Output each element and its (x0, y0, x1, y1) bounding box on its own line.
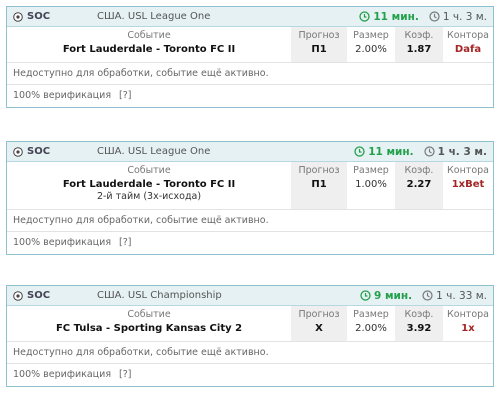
duration: 1 ч. 3 м. (429, 11, 487, 23)
pick-column: Прогноз П1 (291, 162, 347, 209)
pick-column: Прогноз П1 (291, 27, 347, 62)
event-header: Событие (127, 165, 171, 176)
bookmaker-column: Контора Dafa (443, 27, 493, 62)
size-column: Размер 1.00% (347, 162, 395, 209)
verification-help-link[interactable]: [?] (119, 369, 131, 380)
event-name[interactable]: FC Tulsa - Sporting Kansas City 2 (56, 322, 242, 335)
pick-value: П1 (311, 179, 327, 190)
verification-row: 100% верификация [?] (7, 364, 493, 386)
event-name[interactable]: Fort Lauderdale - Toronto FC II (63, 178, 235, 191)
bet-card: SOC США. USL League One 11 мин. 1 ч. 3 м… (6, 6, 494, 108)
soccer-ball-icon (13, 146, 23, 157)
pick-header: Прогноз (298, 309, 340, 320)
timer: 11 мин. (359, 10, 419, 23)
size-header: Размер (353, 30, 389, 41)
timer-icon (354, 146, 365, 157)
bookmaker-header: Контора (447, 165, 489, 176)
sport-name: SOC (27, 146, 51, 157)
timer-icon (359, 11, 371, 22)
event-name[interactable]: Fort Lauderdale - Toronto FC II (63, 43, 235, 56)
verification-help-link[interactable]: [?] (119, 237, 131, 248)
timer: 11 мин. (354, 145, 414, 158)
verification-text: 100% верификация (13, 237, 112, 248)
duration: 1 ч. 3 м. (424, 146, 487, 158)
pick-column: Прогноз X (291, 306, 347, 341)
event-header: Событие (127, 30, 171, 41)
event-header: Событие (127, 309, 171, 320)
league-name: США. USL League One (97, 11, 211, 22)
event-market: 2-й тайм (3х-исхода) (96, 191, 202, 202)
verification-text: 100% верификация (13, 369, 112, 380)
odds-value: 2.27 (406, 179, 432, 190)
soccer-ball-icon (13, 11, 23, 22)
odds-header: Коэф. (404, 309, 434, 320)
card-header: SOC США. USL League One 11 мин. 1 ч. 3 м… (7, 7, 493, 27)
odds-column: Коэф. 2.27 (395, 162, 443, 209)
timer: 9 мин. (360, 290, 412, 302)
timer-value: 11 мин. (373, 10, 419, 23)
bookmaker-column: Контора 1x (443, 306, 493, 341)
size-header: Размер (353, 165, 389, 176)
status-note: Недоступно для обработки, событие ещё ак… (7, 210, 493, 232)
bet-row: Событие Fort Lauderdale - Toronto FC II … (7, 27, 493, 63)
sport-name: SOC (27, 11, 51, 22)
size-value: 2.00% (355, 44, 387, 55)
odds-value: 1.87 (406, 44, 432, 55)
bookmaker-name[interactable]: 1x (461, 322, 474, 335)
pick-value: X (315, 323, 323, 334)
verification-row: 100% верификация [?] (7, 232, 493, 254)
size-value: 1.00% (355, 179, 387, 190)
duration-value: 1 ч. 3 м. (437, 145, 487, 158)
verification-help-link[interactable]: [?] (119, 90, 131, 101)
soccer-ball-icon (13, 290, 23, 301)
clock-icon (422, 290, 433, 301)
clock-icon (424, 146, 435, 157)
sport-name: SOC (27, 290, 51, 301)
card-header: SOC США. USL Championship 9 мин. 1 ч. 33… (7, 286, 493, 306)
duration: 1 ч. 33 м. (422, 290, 487, 302)
bookmaker-header: Контора (447, 309, 489, 320)
bookmaker-name[interactable]: Dafa (455, 43, 481, 56)
odds-value: 3.92 (406, 323, 432, 334)
size-column: Размер 2.00% (347, 306, 395, 341)
league-name: США. USL Championship (97, 290, 222, 301)
sport-label: SOC (7, 11, 93, 22)
bookmaker-column: Контора 1xBet (443, 162, 493, 209)
bet-card: SOC США. USL Championship 9 мин. 1 ч. 33… (6, 285, 494, 387)
verification-row: 100% верификация [?] (7, 85, 493, 107)
odds-header: Коэф. (404, 30, 434, 41)
pick-header: Прогноз (298, 30, 340, 41)
bookmaker-header: Контора (447, 30, 489, 41)
duration-value: 1 ч. 33 м. (436, 289, 487, 302)
bet-card: SOC США. USL League One 11 мин. 1 ч. 3 м… (6, 141, 494, 255)
timer-value: 9 мин. (373, 289, 413, 302)
sport-label: SOC (7, 290, 93, 301)
status-note: Недоступно для обработки, событие ещё ак… (7, 342, 493, 364)
sport-label: SOC (7, 146, 93, 157)
pick-value: П1 (311, 44, 327, 55)
size-header: Размер (353, 309, 389, 320)
duration-value: 1 ч. 3 м. (442, 10, 487, 23)
event-column: Событие Fort Lauderdale - Toronto FC II … (7, 162, 291, 209)
odds-column: Коэф. 3.92 (395, 306, 443, 341)
bookmaker-name[interactable]: 1xBet (452, 178, 485, 191)
size-column: Размер 2.00% (347, 27, 395, 62)
clock-icon (429, 11, 440, 22)
bet-row: Событие Fort Lauderdale - Toronto FC II … (7, 162, 493, 210)
league-name: США. USL League One (97, 146, 211, 157)
pick-header: Прогноз (298, 165, 340, 176)
event-column: Событие FC Tulsa - Sporting Kansas City … (7, 306, 291, 341)
bet-row: Событие FC Tulsa - Sporting Kansas City … (7, 306, 493, 342)
card-header: SOC США. USL League One 11 мин. 1 ч. 3 м… (7, 142, 493, 162)
odds-header: Коэф. (404, 165, 434, 176)
verification-text: 100% верификация (13, 90, 112, 101)
size-value: 2.00% (355, 323, 387, 334)
event-column: Событие Fort Lauderdale - Toronto FC II (7, 27, 291, 62)
timer-value: 11 мин. (368, 145, 414, 158)
status-note: Недоступно для обработки, событие ещё ак… (7, 63, 493, 85)
odds-column: Коэф. 1.87 (395, 27, 443, 62)
timer-icon (360, 290, 371, 301)
